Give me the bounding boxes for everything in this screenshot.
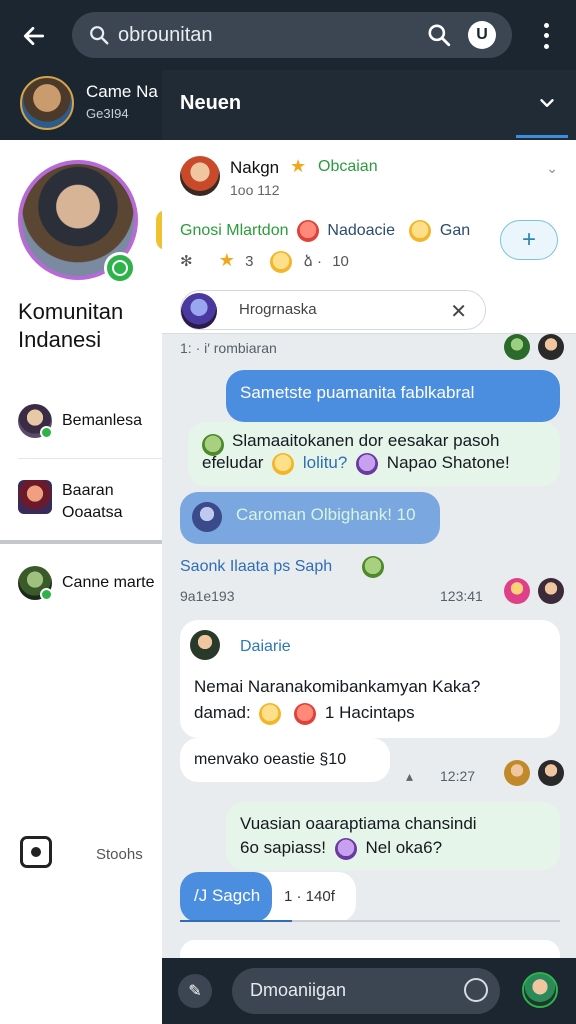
reply-time: 1 · 140f bbox=[284, 888, 335, 905]
leaf-emoji-icon bbox=[362, 556, 384, 578]
close-icon[interactable]: ✕ bbox=[450, 299, 467, 324]
crown-emoji-icon bbox=[356, 452, 379, 475]
user-subtitle: 1oo 112 bbox=[230, 182, 280, 198]
reader-avatar bbox=[504, 334, 530, 360]
top-bar: obrounitan U bbox=[0, 0, 576, 70]
timestamp: 12:27 bbox=[440, 768, 476, 784]
chat-panel: Nakgn ★ Obcaian 1oo 112 ⌄ Gnosi Mlartdon… bbox=[162, 140, 576, 958]
online-dot-icon bbox=[40, 588, 53, 601]
timestamp: 123:41 bbox=[440, 588, 483, 604]
reader-avatar bbox=[538, 578, 564, 604]
group-name[interactable]: Obcaian bbox=[318, 158, 378, 176]
camera-icon[interactable] bbox=[20, 836, 52, 868]
star-icon: ★ bbox=[218, 250, 235, 270]
user-avatar[interactable] bbox=[522, 972, 558, 1008]
panel-title: Neuen bbox=[180, 92, 242, 114]
star-icon: ★ bbox=[290, 156, 307, 176]
online-badge-icon bbox=[104, 252, 136, 284]
message-bubble[interactable]: Vuasian oaaraptiama chansindi 6o sapiass… bbox=[226, 802, 560, 870]
message-bubble[interactable]: Sametste puamanita fablkabral bbox=[226, 370, 560, 422]
wink-emoji-icon bbox=[272, 452, 295, 475]
game-avatar[interactable] bbox=[20, 76, 74, 130]
user-avatar bbox=[181, 293, 217, 329]
message-bubble[interactable]: menvako oeastie §10 bbox=[180, 738, 390, 782]
link[interactable]: Saonk Ilaata ps Saph bbox=[180, 558, 332, 576]
message-input-field[interactable]: Dmoaniigan bbox=[232, 968, 500, 1014]
message-bubble[interactable]: Caroman Olbighank! 10 bbox=[180, 492, 440, 544]
avatar-emoji-icon bbox=[202, 434, 224, 456]
online-dot-icon bbox=[40, 426, 53, 439]
reader-avatar bbox=[538, 760, 564, 786]
game-title: Came Na bbox=[86, 82, 158, 101]
sender-name[interactable]: Daiarie bbox=[240, 634, 291, 660]
search-input[interactable]: obrounitan bbox=[118, 24, 426, 47]
tab-indicator bbox=[516, 135, 568, 138]
mic-icon[interactable] bbox=[464, 978, 488, 1002]
smile-emoji-icon bbox=[259, 702, 282, 725]
stats-line: ✻ ★ 3 ձ · 10 bbox=[180, 250, 349, 274]
reader-avatar bbox=[504, 578, 530, 604]
angry-emoji-icon bbox=[296, 220, 319, 242]
search-icon-right[interactable] bbox=[426, 22, 452, 48]
reply-pill[interactable]: /J Sagch 1 · 140f bbox=[180, 872, 356, 922]
gear-icon: ✻ bbox=[180, 253, 193, 270]
laugh-emoji-icon bbox=[294, 702, 317, 725]
next-message bbox=[180, 940, 560, 958]
pen-icon[interactable]: ✎ bbox=[178, 974, 212, 1008]
sidebar-item-label: Bemanlesa bbox=[62, 412, 143, 429]
community-sidebar: Komunitan Indanesi Bemanlesa Baaran Ooaa… bbox=[0, 140, 166, 1024]
news-thumbnail bbox=[18, 480, 52, 514]
reply-field[interactable]: Hrogrnaska ✕ bbox=[180, 290, 486, 330]
notification-card: Nakgn ★ Obcaian 1oo 112 ⌄ Gnosi Mlartdon… bbox=[162, 140, 576, 334]
sub-header: Came Na Ge3I94 Neuen bbox=[0, 70, 576, 140]
message-bubble[interactable]: Slamaaitokanen dor eesakar pasoh efeluda… bbox=[188, 422, 560, 486]
progress-fill bbox=[180, 920, 292, 922]
smile-emoji-icon bbox=[409, 220, 432, 242]
chevron-down-icon[interactable]: ⌄ bbox=[546, 160, 558, 177]
search-icon bbox=[90, 26, 109, 45]
reply-input[interactable]: Hrogrnaska bbox=[239, 301, 317, 318]
divider bbox=[18, 458, 162, 459]
back-arrow-icon[interactable] bbox=[16, 18, 52, 54]
more-options-icon[interactable] bbox=[534, 20, 558, 52]
sender-avatar bbox=[190, 630, 220, 660]
message-input[interactable]: Dmoaniigan bbox=[250, 980, 346, 1001]
community-name: Komunitan Indanesi bbox=[18, 299, 124, 352]
bottom-label[interactable]: Stoohs bbox=[96, 846, 143, 863]
devil-emoji-icon bbox=[334, 837, 357, 860]
chevron-down-icon[interactable] bbox=[536, 92, 558, 114]
timestamp: 9a1e193 bbox=[180, 588, 235, 604]
game-subtitle: Ge3I94 bbox=[86, 106, 129, 121]
reader-avatar bbox=[538, 334, 564, 360]
composer-bar: ✎ Dmoaniigan bbox=[162, 958, 576, 1024]
user-name: Nakgn bbox=[230, 158, 280, 177]
timestamp: 1: · i′ rombiaran bbox=[180, 340, 277, 356]
user-avatar[interactable] bbox=[180, 156, 220, 196]
reply-label: /J Sagch bbox=[180, 872, 272, 922]
reaction-line: Gnosi Mlartdon Nadoacie Gan bbox=[180, 220, 470, 242]
status-icon: ▴ bbox=[406, 768, 414, 784]
reader-avatar bbox=[504, 760, 530, 786]
add-button[interactable]: + bbox=[500, 220, 558, 260]
u-badge-icon[interactable]: U bbox=[468, 21, 496, 49]
message-card[interactable]: Daiarie Nemai Naranakomibankamyan Kaka? … bbox=[180, 620, 560, 738]
panel-header: Neuen bbox=[162, 70, 576, 140]
sidebar-item-label: Canne marte bbox=[62, 574, 155, 591]
divider bbox=[0, 540, 162, 544]
search-bar[interactable]: obrounitan U bbox=[72, 12, 512, 58]
smile-emoji-icon bbox=[269, 251, 292, 274]
sender-avatar bbox=[192, 502, 222, 532]
sidebar-item-label: Baaran Ooaatsa bbox=[62, 482, 123, 521]
